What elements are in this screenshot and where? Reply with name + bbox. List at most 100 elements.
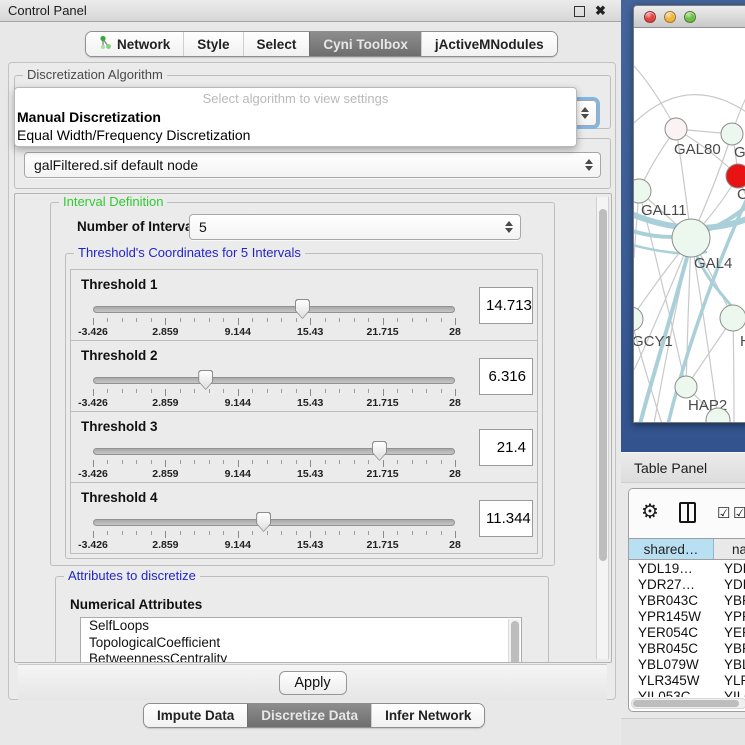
bottom-tab-impute-data[interactable]: Impute Data	[144, 704, 247, 727]
threshold-value-field[interactable]: 14.713	[479, 287, 533, 324]
network-node-label: GA	[734, 144, 745, 161]
control-panel: Control Panel ✖ Network StyleSelectCyni T…	[0, 0, 621, 745]
threshold-label: Threshold 1	[81, 277, 158, 292]
tick-mark	[354, 531, 355, 535]
table-row[interactable]: YBR043CYBR0	[629, 593, 745, 609]
network-graph-canvas[interactable]: GAL80GACGAL11GAL4GCY1HHAP2	[634, 28, 745, 423]
tab-network[interactable]: Network	[86, 32, 183, 56]
tick-label: 21.715	[367, 468, 399, 480]
thresholds-group: Threshold's Coordinates for 5 Intervals …	[65, 253, 543, 559]
slider-track[interactable]	[93, 519, 455, 526]
tick-mark	[252, 531, 253, 535]
network-view-window[interactable]: GAL80GACGAL11GAL4GCY1HHAP2	[633, 5, 745, 423]
close-traffic-light-icon[interactable]	[644, 11, 656, 23]
tick-mark	[383, 389, 384, 396]
table-row[interactable]: YLR345WYLR3	[629, 673, 745, 689]
settings-vertical-scrollbar[interactable]	[596, 197, 609, 659]
tick-mark	[151, 389, 152, 393]
threshold-value-field[interactable]: 6.316	[479, 358, 533, 395]
network-node-gcy1[interactable]	[634, 307, 643, 331]
threshold-value-field[interactable]: 21.4	[479, 429, 533, 466]
tick-mark	[107, 318, 108, 322]
tick-mark	[209, 389, 210, 393]
cell-shared-name: YDR27…	[629, 577, 715, 593]
slider-track[interactable]	[93, 377, 455, 384]
tab-label: Infer Network	[385, 708, 471, 723]
tick-mark	[238, 318, 239, 325]
close-icon[interactable]: ✖	[595, 3, 606, 19]
tab-jactivemnodules[interactable]: jActiveMNodules	[421, 32, 557, 56]
table-row[interactable]: YIL053CYIL0	[629, 689, 745, 697]
number-of-intervals-combobox[interactable]: 5	[189, 214, 521, 240]
network-window-titlebar[interactable]	[634, 6, 745, 28]
network-node-gal4[interactable]	[672, 219, 710, 257]
tick-mark	[296, 460, 297, 464]
network-node-hap2[interactable]	[675, 376, 697, 398]
tick-mark	[180, 531, 181, 535]
float-window-icon[interactable]	[574, 6, 585, 17]
tick-mark	[252, 389, 253, 393]
slider-track[interactable]	[93, 306, 455, 313]
tab-label: Network	[117, 37, 170, 52]
tick-mark	[368, 389, 369, 393]
gear-icon[interactable]: ⚙	[641, 499, 659, 524]
attribute-list-item[interactable]: SelfLoops	[81, 618, 521, 635]
checkbox-checked-icon[interactable]: ☑	[733, 504, 745, 522]
apply-button[interactable]: Apply	[279, 671, 347, 695]
threshold-panel: Threshold 4-3.4262.8599.14415.4321.71528…	[70, 482, 538, 554]
numerical-attributes-list[interactable]: SelfLoopsTopologicalCoefficientBetweenne…	[80, 617, 522, 663]
table-horizontal-scrollbar[interactable]	[631, 698, 745, 709]
network-edge[interactable]	[733, 318, 734, 423]
zoom-traffic-light-icon[interactable]	[684, 11, 696, 23]
dropdown-option[interactable]: Manual Discretization	[15, 108, 576, 126]
slider-track[interactable]	[93, 448, 455, 455]
tab-select[interactable]: Select	[243, 32, 310, 56]
tick-label: 9.144	[225, 468, 251, 480]
slider-thumb[interactable]	[295, 299, 310, 319]
attributes-list-scrollbar[interactable]	[508, 619, 520, 663]
table-rows: YDL19…YDL1YDR27…YDR2YBR043CYBR0YPR145WYP…	[629, 561, 745, 697]
network-node-h[interactable]	[720, 305, 745, 331]
network-edge[interactable]	[634, 95, 745, 123]
bottom-tab-infer-network[interactable]: Infer Network	[371, 704, 484, 727]
tick-label: 28	[449, 539, 461, 551]
table-row[interactable]: YDL19…YDL1	[629, 561, 745, 577]
dropdown-option[interactable]: Equal Width/Frequency Discretization	[15, 126, 576, 144]
table-data-combobox-value: galFiltered.sif default node	[34, 157, 198, 173]
attribute-list-item[interactable]: BetweennessCentrality	[81, 651, 521, 663]
network-node-label: GAL11	[641, 202, 687, 219]
slider-thumb[interactable]	[198, 370, 213, 390]
column-header-name[interactable]: na	[714, 539, 745, 559]
control-panel-titlebar: Control Panel	[0, 0, 621, 22]
tab-cyni-toolbox[interactable]: Cyni Toolbox	[309, 32, 421, 56]
table-row[interactable]: YER054CYER0	[629, 625, 745, 641]
table-row[interactable]: YBL079WYBL0	[629, 657, 745, 673]
network-node-c[interactable]	[726, 164, 745, 188]
tick-label: 28	[449, 468, 461, 480]
minimize-traffic-light-icon[interactable]	[664, 11, 676, 23]
table-data-combobox[interactable]: galFiltered.sif default node	[24, 152, 601, 178]
checkbox-checked-icon[interactable]: ☑	[717, 504, 730, 522]
tick-mark	[426, 531, 427, 535]
slider-thumb[interactable]	[256, 512, 271, 532]
tick-mark	[93, 460, 94, 467]
columns-icon[interactable]	[679, 502, 696, 523]
tick-mark	[267, 460, 268, 464]
tick-label: 2.859	[152, 397, 178, 409]
slider-thumb[interactable]	[372, 441, 387, 461]
network-node-ga[interactable]	[721, 123, 743, 145]
table-row[interactable]: YBR045CYBR0	[629, 641, 745, 657]
cell-shared-name: YBR043C	[629, 593, 715, 609]
table-header-row: shared… na	[629, 538, 745, 560]
threshold-value-field[interactable]: 11.344	[479, 500, 533, 537]
network-node-gal80[interactable]	[665, 118, 687, 140]
table-row[interactable]: YDR27…YDR2	[629, 577, 745, 593]
column-header-shared-name[interactable]: shared…	[629, 539, 714, 559]
attribute-list-item[interactable]: TopologicalCoefficient	[81, 635, 521, 652]
bottom-tab-discretize-data[interactable]: Discretize Data	[247, 704, 371, 727]
tab-style[interactable]: Style	[183, 32, 242, 56]
cell-name: YPR1	[715, 609, 745, 625]
table-row[interactable]: YPR145WYPR1	[629, 609, 745, 625]
cell-name: YBR0	[715, 593, 745, 609]
tick-mark	[194, 318, 195, 322]
